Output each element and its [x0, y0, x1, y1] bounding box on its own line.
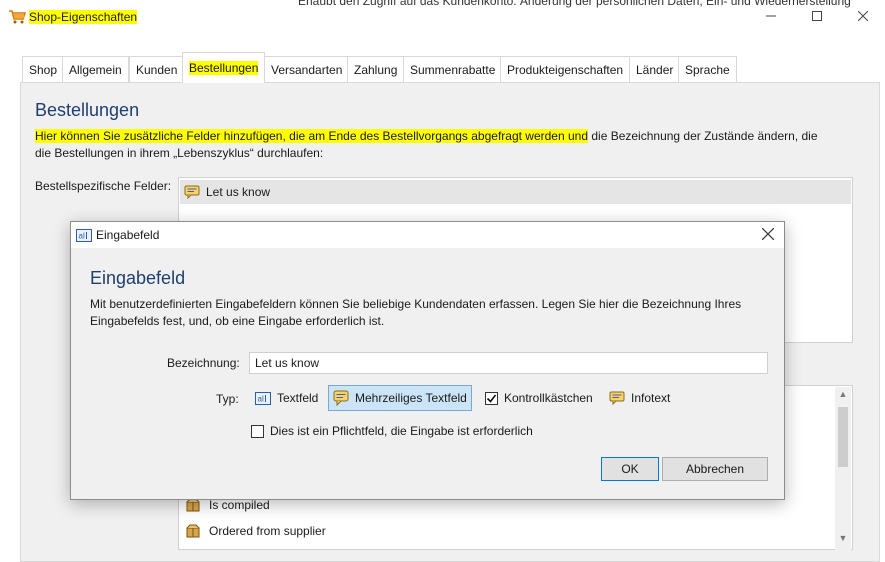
dialog-close-button[interactable] — [755, 223, 781, 247]
list-item[interactable]: Ordered from supplier — [185, 520, 326, 542]
tab-laender[interactable]: Länder — [629, 56, 681, 82]
tab-bestellungen[interactable]: Bestellungen — [182, 52, 266, 83]
textfield-icon: al — [76, 229, 92, 242]
maximize-button[interactable] — [794, 0, 840, 32]
package-icon — [186, 524, 200, 538]
type-option-textfield[interactable]: al Textfeld — [251, 385, 322, 411]
type-option-label: Infotext — [631, 391, 671, 405]
section-title: Bestellungen — [35, 100, 140, 120]
scroll-thumb[interactable] — [838, 407, 848, 467]
tab-shop[interactable]: Shop — [22, 56, 65, 82]
infotext-icon — [609, 391, 625, 405]
required-field-checkbox[interactable]: Dies ist ein Pflichtfeld, die Eingabe is… — [251, 424, 533, 438]
close-icon — [858, 11, 868, 21]
dialog-heading: Eingabefeld — [90, 268, 186, 288]
section-description-highlighted: Hier können Sie zusätzliche Felder hinzu… — [35, 129, 589, 143]
svg-text:al: al — [79, 232, 85, 241]
scroll-down-icon[interactable]: ▼ — [835, 533, 851, 547]
minimize-button[interactable] — [748, 0, 794, 32]
close-icon — [761, 227, 775, 241]
name-label: Bezeichnung: — [167, 356, 240, 370]
required-checkbox-label: Dies ist ein Pflichtfeld, die Eingabe is… — [270, 424, 533, 438]
type-option-label: Textfeld — [277, 391, 319, 405]
tab-allgemein[interactable]: Allgemein — [62, 56, 129, 82]
svg-text:al: al — [258, 394, 264, 403]
dialog-title-bar: al Eingabefeld — [71, 222, 784, 248]
minimize-icon — [766, 15, 776, 17]
tab-zahlung[interactable]: Zahlung — [347, 56, 405, 82]
title-bar: Shop-Eigenschaften — [0, 0, 885, 34]
window-title: Shop-Eigenschaften — [29, 10, 138, 24]
type-option-label: Mehrzeiliges Textfeld — [355, 391, 467, 405]
list-item-label: Ordered from supplier — [209, 524, 326, 538]
close-button[interactable] — [840, 0, 885, 32]
type-option-checkbox[interactable]: Kontrollkästchen — [481, 385, 597, 411]
fields-label: Bestellspezifische Felder: — [35, 179, 172, 193]
name-input[interactable] — [249, 352, 768, 374]
type-option-multiline[interactable]: Mehrzeiliges Textfeld — [328, 385, 472, 411]
maximize-icon — [812, 11, 822, 21]
list-item-label: Let us know — [206, 185, 271, 199]
cancel-button[interactable]: Abbrechen — [662, 457, 768, 481]
tab-sprache[interactable]: Sprache — [678, 56, 737, 82]
checkmark-icon — [485, 391, 498, 405]
scroll-up-icon[interactable]: ▲ — [835, 389, 851, 403]
shopping-cart-icon — [9, 10, 26, 24]
multiline-textfield-icon — [333, 390, 349, 406]
section-description: Hier können Sie zusätzliche Felder hinzu… — [35, 128, 835, 162]
vertical-scrollbar[interactable]: ▲ ▼ — [835, 387, 851, 550]
ok-button[interactable]: OK — [601, 457, 659, 481]
tab-produkteigenschaften[interactable]: Produkteigenschaften — [500, 56, 631, 82]
required-checkbox-box[interactable] — [251, 424, 264, 438]
type-option-label: Kontrollkästchen — [504, 391, 593, 405]
dialog-title: Eingabefeld — [96, 228, 160, 242]
list-item-label: Is compiled — [209, 498, 270, 512]
input-field-dialog: al Eingabefeld Eingabefeld Mit benutzerd… — [70, 221, 785, 500]
dialog-description: Mit benutzerdefinierten Eingabefeldern k… — [90, 297, 742, 328]
tab-summenrabatte[interactable]: Summenrabatte — [403, 56, 503, 82]
textfield-icon: al — [255, 391, 271, 405]
tab-versandarten[interactable]: Versandarten — [264, 56, 350, 82]
list-item[interactable]: Let us know — [180, 180, 851, 204]
tab-kunden[interactable]: Kunden — [129, 56, 185, 82]
infotext-icon — [184, 185, 200, 199]
tab-bar: Shop Allgemein Kunden Bestellungen Versa… — [22, 52, 882, 83]
type-option-infotext[interactable]: Infotext — [605, 385, 674, 411]
type-label: Typ: — [216, 392, 239, 406]
